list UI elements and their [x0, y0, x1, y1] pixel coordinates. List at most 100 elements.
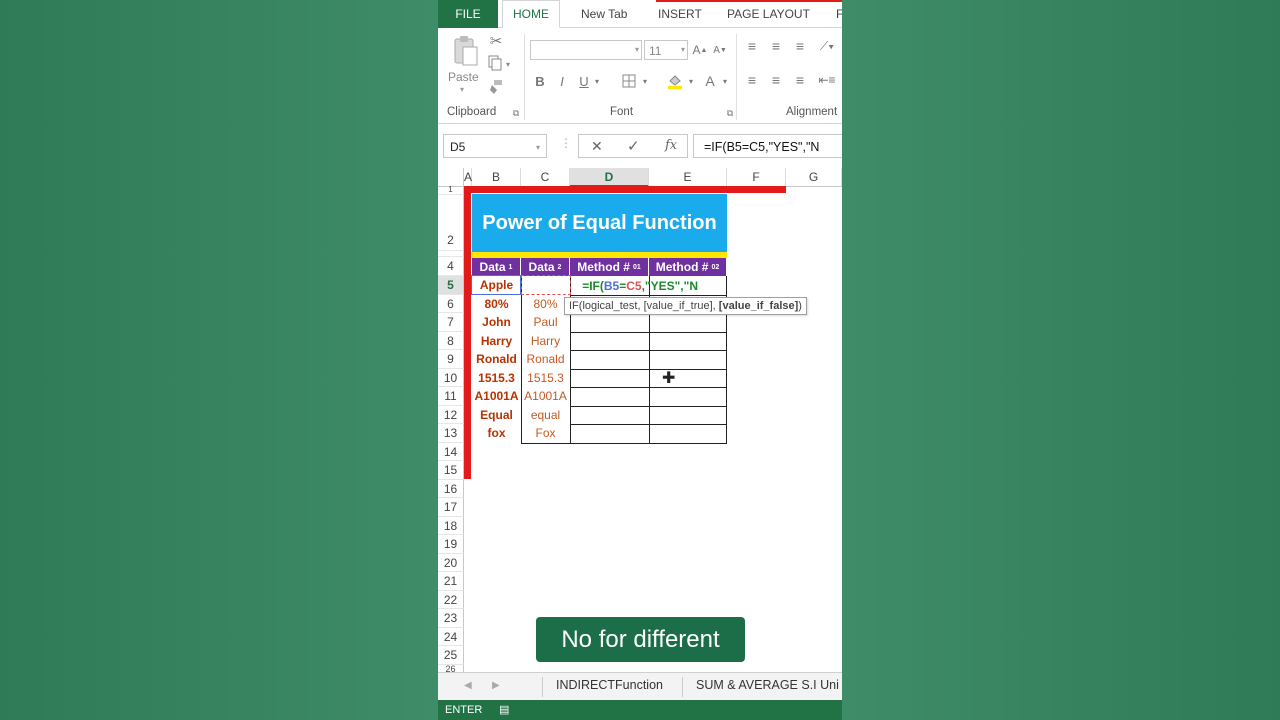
align-right-icon[interactable]: ≡: [792, 72, 808, 88]
paste-label[interactable]: Paste: [448, 70, 479, 84]
cell-b6[interactable]: 80%: [472, 295, 521, 314]
row-header[interactable]: 20: [438, 553, 464, 572]
macro-record-icon[interactable]: ▤: [499, 703, 509, 716]
format-painter-icon[interactable]: [487, 78, 505, 96]
cell-b13[interactable]: fox: [472, 424, 521, 443]
row-header[interactable]: 6: [438, 294, 464, 313]
sheet-tab-indirect[interactable]: INDIRECTFunction: [556, 678, 663, 692]
cell-b9[interactable]: Ronald: [472, 350, 521, 369]
underline-button[interactable]: U: [576, 72, 592, 90]
cell-c6[interactable]: 80%: [521, 295, 570, 314]
bold-button[interactable]: B: [532, 72, 548, 90]
col-header-d[interactable]: D: [570, 168, 649, 187]
tab-file[interactable]: FILE: [438, 0, 498, 28]
col-header-c[interactable]: C: [521, 168, 570, 187]
row-header[interactable]: 7: [438, 313, 464, 332]
row-header[interactable]: 1: [438, 186, 464, 195]
align-center-icon[interactable]: ≡: [768, 72, 784, 88]
align-top-icon[interactable]: ≡: [744, 38, 760, 54]
align-bottom-icon[interactable]: ≡: [792, 38, 808, 54]
fill-color-dropdown-icon[interactable]: ▾: [686, 72, 696, 90]
enter-icon[interactable]: ✓: [627, 137, 640, 155]
col-header-e[interactable]: E: [649, 168, 727, 187]
row-header[interactable]: 17: [438, 498, 464, 517]
font-color-dropdown-icon[interactable]: ▾: [720, 72, 730, 90]
cancel-icon[interactable]: ✕: [591, 138, 603, 155]
tab-formulas-partial[interactable]: F: [836, 0, 842, 28]
decrease-font-icon[interactable]: A ▼: [712, 40, 728, 60]
paste-icon[interactable]: [450, 34, 480, 68]
row-header[interactable]: 12: [438, 405, 464, 424]
row-header[interactable]: 15: [438, 461, 464, 480]
cell-b10[interactable]: 1515.3: [472, 369, 521, 388]
col-header-f[interactable]: F: [727, 168, 786, 187]
cut-icon[interactable]: ✂: [486, 32, 506, 50]
sheet-tab-sum-average[interactable]: SUM & AVERAGE S.I Uni: [696, 678, 839, 692]
tab-insert[interactable]: INSERT: [658, 0, 702, 28]
row-header[interactable]: 16: [438, 479, 464, 498]
align-middle-icon[interactable]: ≡: [768, 38, 784, 54]
name-box[interactable]: D5 ▾: [443, 134, 547, 158]
font-color-icon[interactable]: A: [702, 72, 718, 90]
underline-dropdown-icon[interactable]: ▾: [592, 72, 602, 90]
row-header[interactable]: 9: [438, 350, 464, 369]
row-header[interactable]: 22: [438, 590, 464, 609]
borders-dropdown-icon[interactable]: ▾: [640, 72, 650, 90]
row-header[interactable]: 8: [438, 331, 464, 350]
tab-home[interactable]: HOME: [502, 0, 560, 28]
row-header[interactable]: 14: [438, 442, 464, 461]
cell-b7[interactable]: John: [472, 313, 521, 332]
cell-c12[interactable]: equal: [521, 406, 570, 425]
formula-input[interactable]: =IF(B5=C5,"YES","N: [693, 134, 842, 158]
cell-c10[interactable]: 1515.3: [521, 369, 570, 388]
row-header[interactable]: 4: [438, 257, 464, 276]
borders-icon[interactable]: [620, 72, 638, 90]
cell-b11[interactable]: A1001A: [472, 387, 521, 406]
red-accent-line: [656, 0, 842, 2]
cell-c11[interactable]: A1001A: [521, 387, 570, 406]
cell-c13[interactable]: Fox: [521, 424, 570, 443]
align-left-icon[interactable]: ≡: [744, 72, 760, 88]
decrease-indent-icon[interactable]: ⇤≡: [816, 72, 838, 88]
row-header[interactable]: 18: [438, 516, 464, 535]
cell-c9[interactable]: Ronald: [521, 350, 570, 369]
col-header-a[interactable]: A: [464, 168, 472, 187]
col-header-b[interactable]: B: [472, 168, 521, 187]
in-cell-formula[interactable]: =IF( B5 = C5 ,"YES","N: [522, 277, 700, 295]
row-header[interactable]: 13: [438, 424, 464, 443]
worksheet-grid[interactable]: A B C D E F G 1 2 4 5 6 7 8 9 10 11 12 1…: [438, 168, 842, 673]
orientation-icon[interactable]: ⟋▾: [816, 38, 838, 54]
tab-new-tab[interactable]: New Tab: [581, 0, 627, 28]
row-header[interactable]: 2: [438, 195, 464, 251]
tab-page-layout[interactable]: PAGE LAYOUT: [727, 0, 810, 28]
fill-color-icon[interactable]: [666, 72, 684, 90]
row-header[interactable]: 5: [438, 276, 464, 295]
cell-b8[interactable]: Harry: [472, 332, 521, 351]
italic-button[interactable]: I: [554, 72, 570, 90]
font-launcher-icon[interactable]: ⧉: [724, 107, 736, 119]
font-name-dropdown[interactable]: ▾: [530, 40, 642, 60]
font-size-dropdown[interactable]: 11 ▾: [644, 40, 688, 60]
header-method1[interactable]: Method # 01: [570, 258, 649, 276]
paste-dropdown-icon[interactable]: ▾: [460, 85, 464, 94]
increase-font-icon[interactable]: A ▲: [692, 40, 708, 60]
row-header[interactable]: 11: [438, 387, 464, 406]
clipboard-launcher-icon[interactable]: ⧉: [510, 107, 522, 119]
cell-c8[interactable]: Harry: [521, 332, 570, 351]
row-header[interactable]: 24: [438, 627, 464, 646]
row-header[interactable]: 21: [438, 572, 464, 591]
col-header-g[interactable]: G: [786, 168, 842, 187]
scroll-right-icon[interactable]: ▶: [492, 680, 500, 691]
cell-b12[interactable]: Equal: [472, 406, 521, 425]
row-header[interactable]: 23: [438, 609, 464, 628]
row-header[interactable]: 10: [438, 368, 464, 387]
insert-function-icon[interactable]: fx: [665, 138, 677, 153]
row-header[interactable]: 19: [438, 535, 464, 554]
cell-c7[interactable]: Paul: [521, 313, 570, 332]
header-data1[interactable]: Data 1: [472, 258, 521, 276]
header-data2[interactable]: Data 2: [521, 258, 570, 276]
header-method2[interactable]: Method # 02: [649, 258, 727, 276]
scroll-left-icon[interactable]: ◀: [464, 680, 472, 691]
row-header[interactable]: 25: [438, 646, 464, 665]
copy-icon[interactable]: ▾: [486, 54, 514, 72]
